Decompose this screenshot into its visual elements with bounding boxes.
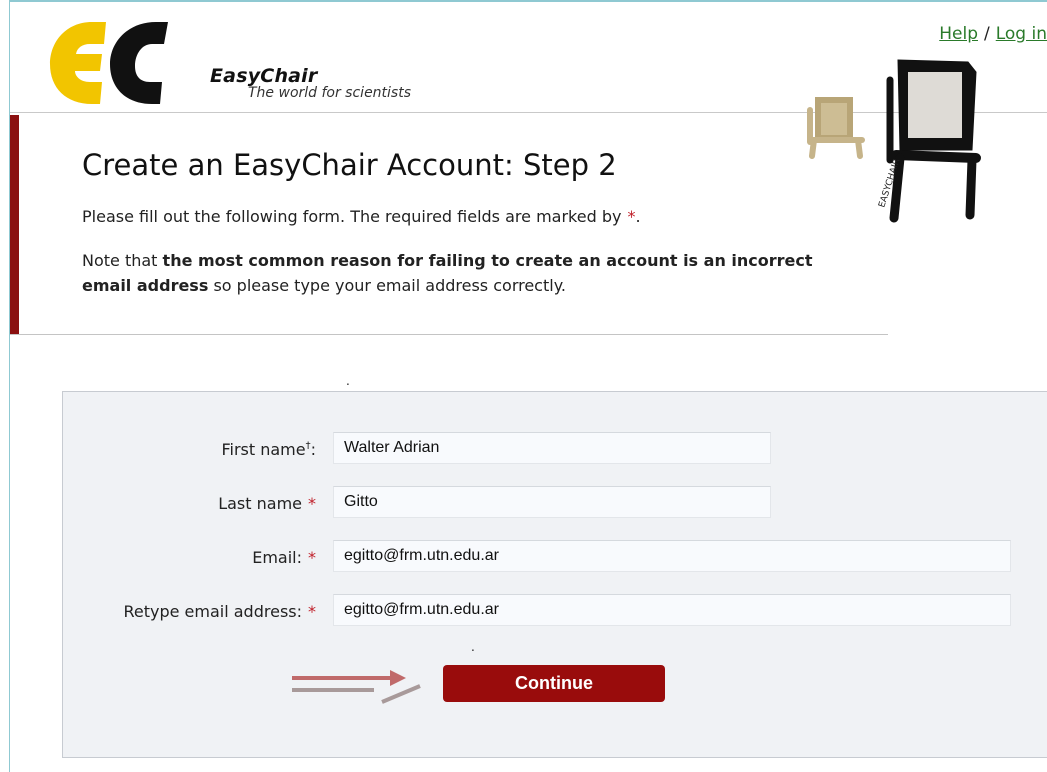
- arrow-annotation-icon: [292, 670, 421, 704]
- link-separator: /: [984, 24, 990, 44]
- email-note: Note that the most common reason for fai…: [82, 248, 842, 298]
- first-name-input[interactable]: Walter Adrian: [333, 432, 771, 464]
- last-name-input[interactable]: Gitto: [333, 486, 771, 518]
- help-link[interactable]: Help: [939, 24, 978, 44]
- email-input[interactable]: egitto@frm.utn.edu.ar: [333, 540, 1011, 572]
- ec-logo-icon: [50, 22, 168, 104]
- last-name-label: Last name *: [218, 494, 316, 513]
- intro-text: Please fill out the following form. The …: [82, 207, 641, 226]
- logo-name: EasyChair: [210, 65, 318, 87]
- dot-mark: .: [346, 374, 350, 388]
- logo-tagline: The world for scientists: [248, 85, 412, 101]
- header-accent-bar: [10, 115, 19, 335]
- retype-email-label: Retype email address: *: [123, 602, 316, 621]
- note-prefix: Note that: [82, 251, 158, 270]
- retype-email-label-text: Retype email address:: [123, 602, 302, 621]
- first-name-label-text: First name: [221, 440, 306, 459]
- window-top-border: [9, 0, 1047, 2]
- email-required-star: *: [308, 548, 316, 567]
- top-links: Help / Log in: [939, 24, 1047, 44]
- retype-email-input[interactable]: egitto@frm.utn.edu.ar: [333, 594, 1011, 626]
- dot-mark-2: .: [471, 640, 475, 654]
- first-name-colon: :: [310, 440, 316, 459]
- last-name-label-text: Last name: [218, 494, 302, 513]
- easychair-logo[interactable]: EasyChair The world for scientists: [44, 16, 424, 108]
- intro-period: .: [635, 207, 641, 226]
- retype-email-required-star: *: [308, 602, 316, 621]
- email-label: Email: *: [252, 548, 316, 567]
- header-box-divider: [10, 334, 888, 335]
- note-suffix: so please type your email address correc…: [213, 276, 566, 295]
- intro-sentence: Please fill out the following form. The …: [82, 207, 622, 226]
- logo-text: EasyChair The world for scientists: [210, 65, 411, 101]
- last-name-required-star: *: [308, 494, 316, 513]
- first-name-label: First name†:: [221, 440, 316, 459]
- login-link[interactable]: Log in: [996, 24, 1047, 44]
- page-title: Create an EasyChair Account: Step 2: [82, 148, 617, 182]
- email-label-text: Email:: [252, 548, 302, 567]
- continue-button[interactable]: Continue: [443, 665, 665, 702]
- chair-illustration-icon: EASYCHAIR: [807, 59, 981, 223]
